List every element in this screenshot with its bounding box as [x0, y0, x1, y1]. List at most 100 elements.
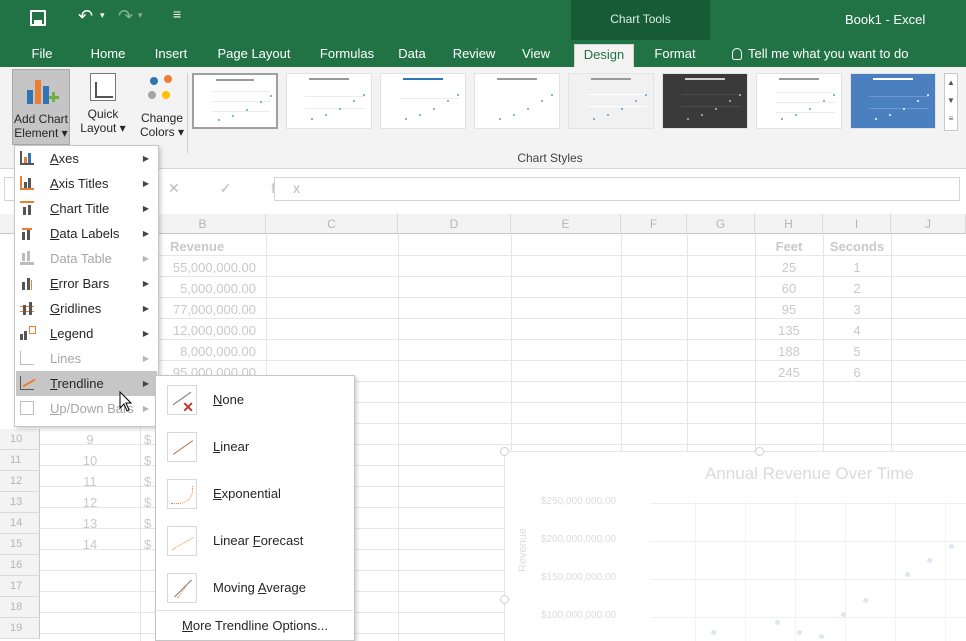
col-header-c[interactable]: C: [266, 214, 398, 234]
row-header-18[interactable]: 18: [0, 597, 40, 618]
cell-revenue[interactable]: 5,000,000.00: [142, 278, 256, 299]
chart-point[interactable]: [863, 598, 868, 603]
cell-feet[interactable]: 245: [755, 362, 823, 383]
trendline-option-moving-average[interactable]: Moving Average: [157, 566, 353, 612]
chart-style-2[interactable]: [286, 73, 372, 129]
chart-point[interactable]: [905, 572, 910, 577]
col-header-i[interactable]: I: [823, 214, 891, 234]
menu-item-up-down-bars[interactable]: Up/Down Bars ▶: [16, 396, 157, 421]
col-header-e[interactable]: E: [511, 214, 621, 234]
cell-revenue[interactable]: 12,000,000.00: [142, 320, 256, 341]
menu-item-lines[interactable]: Lines ▶: [16, 346, 157, 371]
trendline-option-linear-forecast[interactable]: Linear Forecast: [157, 519, 353, 565]
tab-data[interactable]: Data: [392, 44, 432, 67]
menu-item-legend[interactable]: Legend ▶: [16, 321, 157, 346]
cell-revenue[interactable]: 8,000,000.00: [142, 341, 256, 362]
cell-revenue[interactable]: 77,000,000.00: [142, 299, 256, 320]
tab-formulas[interactable]: Formulas: [310, 44, 384, 67]
row-header-13[interactable]: 13: [0, 492, 40, 513]
cell-dollar[interactable]: $: [144, 513, 154, 534]
chart-title[interactable]: Annual Revenue Over Time: [705, 464, 914, 484]
cell-dollar[interactable]: $: [144, 471, 154, 492]
customize-toolbar-icon[interactable]: ≡: [173, 6, 181, 22]
tab-view[interactable]: View: [514, 44, 558, 67]
chart-style-5[interactable]: [568, 73, 654, 129]
cell-feet[interactable]: 188: [755, 341, 823, 362]
chart-point[interactable]: [949, 544, 954, 549]
chart-resize-handle[interactable]: [755, 447, 764, 456]
chart-style-7[interactable]: [756, 73, 842, 129]
formula-input[interactable]: [274, 177, 960, 201]
cell-dollar[interactable]: $: [144, 534, 154, 555]
col-header-g[interactable]: G: [687, 214, 755, 234]
chart-style-4[interactable]: [474, 73, 560, 129]
cell-seconds[interactable]: 6: [823, 362, 891, 383]
chart-point[interactable]: [841, 612, 846, 617]
gallery-scroll-buttons[interactable]: ▲ ▼ ≡: [944, 73, 958, 131]
col-header-j[interactable]: J: [891, 214, 966, 234]
chart-point[interactable]: [711, 630, 716, 635]
quick-layout-button[interactable]: Quick Layout ▾: [76, 69, 130, 145]
tell-me-search[interactable]: Tell me what you want to do: [732, 44, 908, 64]
menu-item-error-bars[interactable]: Error Bars ▶: [16, 271, 157, 296]
trendline-option-linear[interactable]: Linear: [157, 425, 353, 471]
cell-feet[interactable]: 135: [755, 320, 823, 341]
cell-feet[interactable]: 60: [755, 278, 823, 299]
chart-style-3[interactable]: [380, 73, 466, 129]
cell-seconds[interactable]: 4: [823, 320, 891, 341]
chart-point[interactable]: [797, 630, 802, 635]
menu-item-axis-titles[interactable]: Axis Titles ▶: [16, 171, 157, 196]
cell-dollar[interactable]: $: [144, 450, 154, 471]
cell-index[interactable]: 12: [40, 492, 140, 513]
undo-icon[interactable]: ↶: [78, 6, 93, 27]
menu-item-data-labels[interactable]: Data Labels ▶: [16, 221, 157, 246]
add-chart-element-button[interactable]: Add Chart Element ▾: [12, 69, 70, 145]
row-header-17[interactable]: 17: [0, 576, 40, 597]
tab-file[interactable]: File: [22, 44, 62, 67]
col-header-h[interactable]: H: [755, 214, 823, 234]
chart-point[interactable]: [819, 634, 824, 639]
cell-index[interactable]: 9: [40, 429, 140, 450]
cell-index[interactable]: 13: [40, 513, 140, 534]
menu-item-trendline[interactable]: Trendline ▶: [16, 371, 157, 396]
row-header-10[interactable]: 10: [0, 429, 40, 450]
cell-seconds[interactable]: 5: [823, 341, 891, 362]
row-header-14[interactable]: 14: [0, 513, 40, 534]
chart-point[interactable]: [775, 620, 780, 625]
row-header-15[interactable]: 15: [0, 534, 40, 555]
chart-resize-handle[interactable]: [500, 447, 509, 456]
save-icon[interactable]: [30, 10, 46, 26]
tab-insert[interactable]: Insert: [148, 44, 194, 67]
cell-feet[interactable]: 25: [755, 257, 823, 278]
cell-seconds[interactable]: 1: [823, 257, 891, 278]
col-header-f[interactable]: F: [621, 214, 687, 234]
change-colors-button[interactable]: Change Colors ▾: [138, 69, 186, 145]
tab-page-layout[interactable]: Page Layout: [208, 44, 300, 67]
more-trendline-options[interactable]: More Trendline Options...: [157, 610, 353, 640]
row-header-12[interactable]: 12: [0, 471, 40, 492]
redo-icon[interactable]: ↷: [118, 6, 133, 27]
row-header-16[interactable]: 16: [0, 555, 40, 576]
cell-revenue-header[interactable]: Revenue: [170, 236, 260, 257]
cell-seconds-header[interactable]: Seconds: [823, 236, 891, 257]
embedded-chart[interactable]: Annual Revenue Over Time Revenue $250,00…: [500, 447, 966, 641]
cell-dollar[interactable]: $: [144, 492, 154, 513]
trendline-option-exponential[interactable]: Exponential: [157, 472, 353, 518]
row-header-11[interactable]: 11: [0, 450, 40, 471]
cell-feet[interactable]: 95: [755, 299, 823, 320]
menu-item-data-table[interactable]: Data Table ▶: [16, 246, 157, 271]
cell-dollar[interactable]: $: [144, 429, 154, 450]
chart-style-6[interactable]: [662, 73, 748, 129]
row-header-19[interactable]: 19: [0, 618, 40, 639]
cell-seconds[interactable]: 2: [823, 278, 891, 299]
chart-resize-handle[interactable]: [500, 595, 509, 604]
menu-item-axes[interactable]: Axes ▶: [16, 146, 157, 171]
redo-dropdown-icon[interactable]: ▾: [138, 10, 143, 21]
undo-dropdown-icon[interactable]: ▾: [100, 10, 105, 21]
cell-index[interactable]: 14: [40, 534, 140, 555]
chart-point[interactable]: [927, 558, 932, 563]
tab-review[interactable]: Review: [446, 44, 502, 67]
chart-style-1[interactable]: [192, 73, 278, 129]
cell-seconds[interactable]: 3: [823, 299, 891, 320]
cell-feet-header[interactable]: Feet: [755, 236, 823, 257]
